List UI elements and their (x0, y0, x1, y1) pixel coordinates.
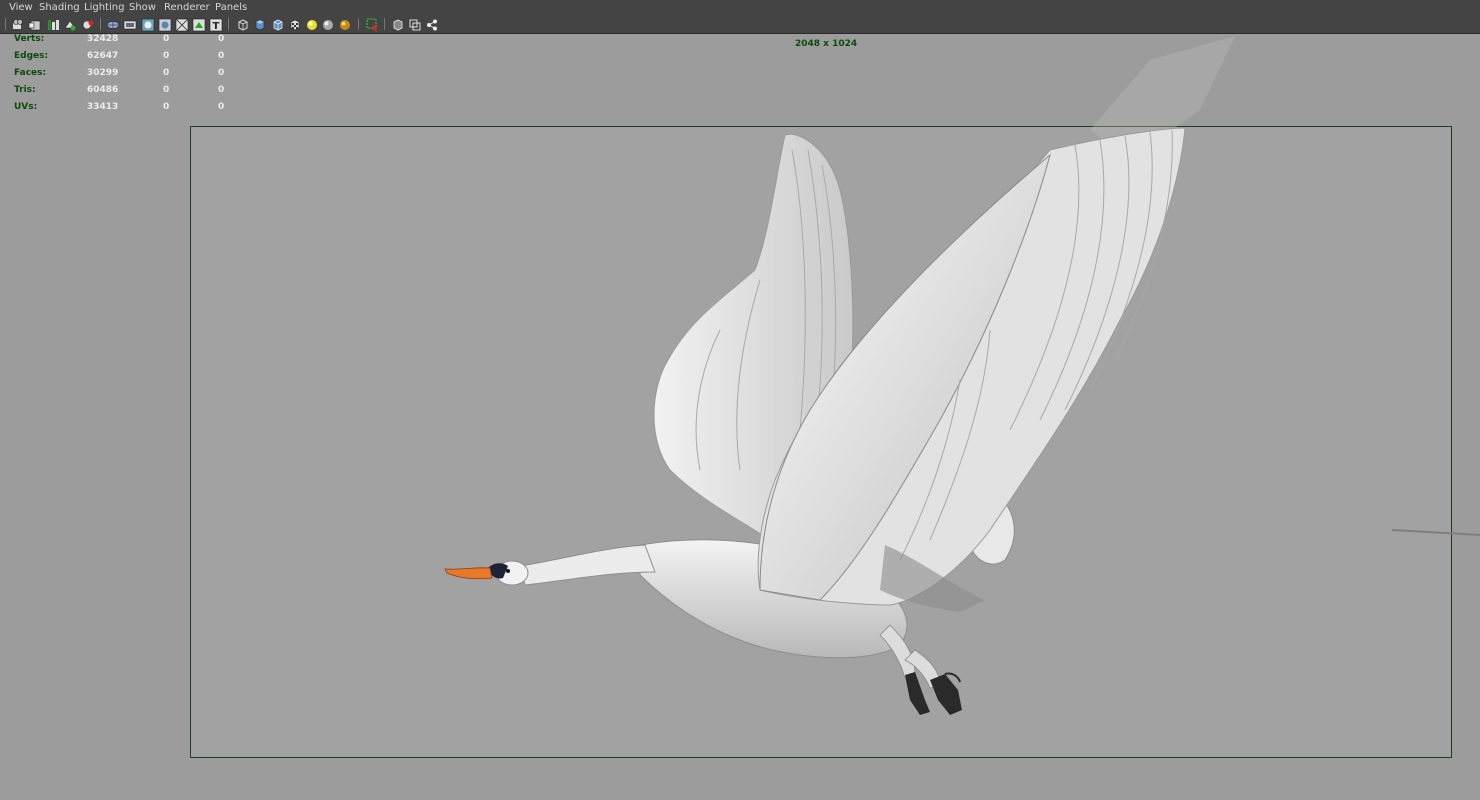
menu-lighting[interactable]: Lighting (84, 1, 124, 15)
xray-joints-icon[interactable] (408, 17, 422, 31)
xray-components-icon[interactable] (425, 17, 439, 31)
toolbar-separator (100, 18, 101, 30)
3d-viewport[interactable]: Verts: 32428 0 0 Edges: 62647 0 0 Faces:… (0, 34, 1480, 800)
toolbar-separator (5, 18, 6, 30)
ghost-edge-line (1391, 529, 1480, 536)
safe-title-icon[interactable]: T (209, 17, 223, 32)
swan-3d-model[interactable] (0, 34, 1480, 800)
menu-renderer[interactable]: Renderer (164, 1, 210, 15)
camera-lock-icon[interactable] (81, 17, 95, 31)
shadows-icon[interactable] (338, 17, 352, 31)
swan-legs (879, 624, 962, 715)
svg-text:T: T (213, 21, 220, 32)
camera-attributes-icon[interactable] (28, 17, 42, 31)
all-lights-icon[interactable] (321, 17, 335, 31)
menu-panels[interactable]: Panels (215, 1, 247, 15)
xray-icon[interactable] (391, 17, 405, 31)
menu-shading[interactable]: Shading (39, 1, 80, 15)
textured-icon[interactable] (288, 17, 302, 31)
wireframe-on-shaded-icon[interactable] (271, 17, 285, 31)
field-chart-icon[interactable] (175, 17, 189, 32)
resolution-gate-icon[interactable] (141, 17, 155, 32)
wireframe-icon[interactable] (236, 17, 250, 31)
smooth-shade-icon[interactable] (253, 17, 267, 31)
panel-toolbar: T (0, 16, 1480, 34)
panel-menu-bar: View Shading Lighting Show Renderer Pane… (0, 0, 1480, 17)
grid-icon[interactable] (106, 17, 120, 31)
toolbar-separator (228, 18, 229, 30)
safe-action-icon[interactable] (192, 17, 206, 32)
isolate-select-icon[interactable] (366, 17, 380, 32)
camera-select-icon[interactable] (11, 17, 25, 31)
menu-view[interactable]: View (9, 1, 33, 15)
gate-mask-icon[interactable] (158, 17, 172, 32)
film-gate-icon[interactable] (123, 17, 137, 31)
menu-show[interactable]: Show (129, 1, 156, 15)
default-light-icon[interactable] (305, 17, 319, 31)
bookmarks-icon[interactable] (46, 17, 60, 31)
toolbar-separator (358, 18, 359, 30)
toolbar-separator (384, 18, 385, 30)
image-plane-icon[interactable] (63, 17, 77, 31)
